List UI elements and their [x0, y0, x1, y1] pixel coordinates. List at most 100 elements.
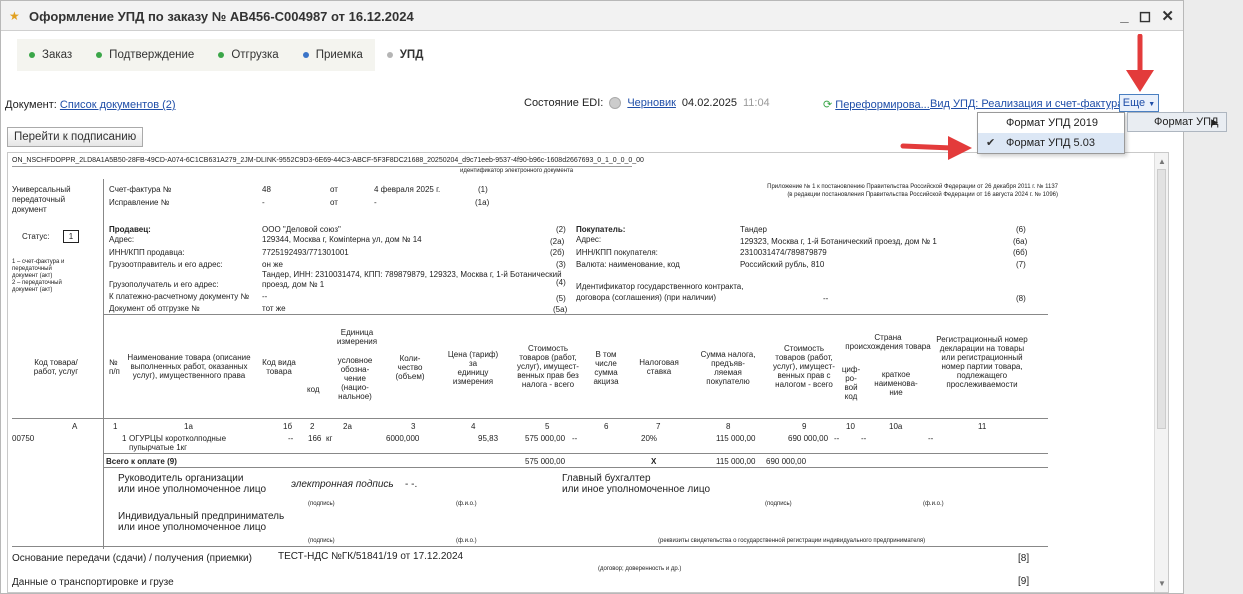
electronic-signature: электронная подпись [291, 479, 394, 490]
document-list-link[interactable]: Список документов (2) [60, 99, 176, 111]
th-rate: Налоговая ставка [639, 358, 679, 376]
window-controls[interactable]: _ ◻ ✕ [1120, 7, 1177, 25]
buyer-value: Тандер [740, 225, 767, 234]
buyer-code: (6) [1016, 225, 1026, 234]
scroll-down-icon[interactable]: ▼ [1158, 579, 1166, 588]
consignee-label: Грузополучатель и его адрес: [109, 280, 219, 289]
th-qty: Коли-чество (объем) [395, 354, 425, 381]
submenu-arrow-icon: ▶ [1211, 117, 1218, 127]
status-dot-icon [302, 52, 309, 58]
th-unit-name: условное обозна-чение (нацио-нальное) [337, 356, 373, 401]
colnum: 1 [113, 422, 118, 431]
contract-value: -- [823, 294, 829, 303]
buyer-label: Покупатель: [576, 225, 626, 234]
contract-label-2: договора (соглашения) (при наличии) [576, 293, 716, 302]
checkmark-icon: ✔ [986, 137, 996, 149]
upd-kind-link[interactable]: Вид УПД: Реализация и счет-фактура [930, 98, 1123, 110]
contract-code: (8) [1016, 294, 1026, 303]
status-dot-icon [96, 52, 103, 58]
colnum: 11 [978, 422, 987, 431]
tab-upd[interactable]: УПД [374, 39, 436, 71]
correction-label: Исправление № [109, 198, 170, 207]
vertical-scrollbar[interactable]: ▲ ▼ [1154, 153, 1168, 592]
correction-code: (1а) [475, 198, 490, 207]
shipper-value: он же [262, 260, 283, 269]
caption-fio: (ф.и.о.) [456, 538, 477, 544]
head-name: - -. [405, 479, 418, 490]
accountant-label: Главный бухгалтер [562, 473, 651, 484]
reform-link[interactable]: Переформирова... [835, 99, 930, 111]
invoice-date: 4 февраля 2025 г. [374, 185, 441, 194]
colnum: 7 [656, 422, 661, 431]
caption-signature: (подпись) [765, 501, 792, 507]
buyer-inn: 2310031474/789879879 [740, 248, 827, 257]
tab-order[interactable]: Заказ [17, 39, 84, 71]
transport-label: Данные о транспортировке и грузе [12, 577, 174, 588]
edi-time: 11:04 [742, 97, 770, 109]
basis-caption: (договор; доверенность и др.) [598, 566, 682, 572]
file-id-caption: идентификатор электронного документа [460, 168, 574, 174]
caption-signature: (подпись) [308, 501, 335, 507]
seller-address-code: (2а) [550, 237, 565, 246]
th-reg: Регистрационный номер декларации на товар… [936, 335, 1028, 389]
correction-ot: от [330, 198, 338, 207]
consignee-code: (4) [556, 278, 566, 287]
scrollbar-thumb[interactable] [1157, 169, 1166, 429]
menu-item-upd-503[interactable]: ✔ Формат УПД 5.03 [978, 133, 1124, 153]
edi-label: Состояние EDI: [524, 97, 604, 109]
red-arrow-down-icon [1126, 34, 1154, 92]
shipper-label: Грузоотправитель и его адрес: [109, 260, 223, 269]
colnum: 10а [889, 422, 903, 431]
upd-document: ON_NSCHFDOPPR_2LD8A1A5B50-28FB-49CD-A074… [7, 152, 1169, 593]
title-bar: ★ Оформление УПД по заказу № АВ456-С0049… [1, 1, 1183, 31]
menu-item-upd-2019[interactable]: Формат УПД 2019 [978, 113, 1124, 133]
buyer-inn-code: (6б) [1013, 248, 1028, 257]
colnum: 2 [310, 422, 315, 431]
document-label: Документ: [5, 99, 57, 111]
tab-bar: Заказ Подтверждение Отгрузка Приемка УПД [17, 39, 436, 71]
invoice-label: Счет-фактура № [109, 185, 172, 194]
more-button[interactable]: Еще ▼ [1119, 94, 1159, 112]
dropdown-arrow-icon: ▼ [1148, 101, 1156, 108]
tab-acceptance[interactable]: Приемка [291, 39, 375, 71]
colnum: 8 [726, 422, 731, 431]
th-costtax: Стоимость товаров (работ, услуг), имущест-… [773, 344, 835, 389]
edi-draft-link[interactable]: Черновик [627, 97, 676, 109]
buyer-address-label: Адрес: [576, 235, 602, 244]
invoice-ot: от [330, 185, 338, 194]
tab-confirmation[interactable]: Подтверждение [84, 39, 206, 71]
caption-fio: (ф.и.о.) [923, 501, 944, 507]
scroll-up-icon[interactable]: ▲ [1158, 157, 1166, 166]
upd-title-2: передаточный [12, 195, 66, 204]
menu-item-upd-format[interactable]: Формат УПД ▶ [1127, 112, 1227, 132]
head-label: или иное уполномоченное лицо [118, 484, 267, 495]
upd-window: ★ Оформление УПД по заказу № АВ456-С0049… [0, 0, 1184, 594]
th-price: Цена (тариф) за единицу измерения [447, 350, 499, 386]
basis-label: Основание передачи (сдачи) / получения (… [12, 553, 252, 564]
payment-doc-label: К платежно-расчетному документу № [109, 292, 250, 301]
entrepreneur-label: Индивидуальный предприниматель [118, 511, 285, 522]
total-x: X [651, 457, 657, 466]
edi-status-icon [609, 97, 622, 109]
colnum: 3 [411, 422, 416, 431]
th-country-name: краткое наименова-ние [874, 370, 918, 397]
correction-number: - [262, 198, 265, 207]
th-tax: Сумма налога, предъяв-ляемая покупателю [700, 350, 756, 386]
accountant-label: или иное уполномоченное лицо [562, 484, 711, 495]
buyer-address: 129323, Москва г, 1-й Ботанический проез… [740, 237, 937, 246]
caption-signature: (подпись) [308, 538, 335, 544]
seller-value: ООО "Деловой союз" [262, 225, 341, 234]
status-dot-icon [218, 52, 225, 58]
shipper-code: (3) [556, 260, 566, 269]
consignee-value-2: проезд, дом № 1 [262, 280, 325, 289]
colnum: 4 [471, 422, 476, 431]
th-cost: Стоимость товаров (работ, услуг), имущест-… [517, 344, 579, 389]
seller-address: 129344, Москва г, Комintерна ул, дом № 1… [262, 235, 422, 244]
reform-link-wrap[interactable]: ⟳ Переформирова... [823, 98, 930, 111]
tab-shipment[interactable]: Отгрузка [206, 39, 290, 71]
status-value: 1 [63, 230, 79, 243]
colnum: 1б [283, 422, 293, 431]
th-unit: Единица измерения [336, 328, 378, 346]
th-code: Код товара/работ, услуг [33, 358, 79, 376]
go-to-signing-button[interactable]: Перейти к подписанию [7, 127, 144, 147]
